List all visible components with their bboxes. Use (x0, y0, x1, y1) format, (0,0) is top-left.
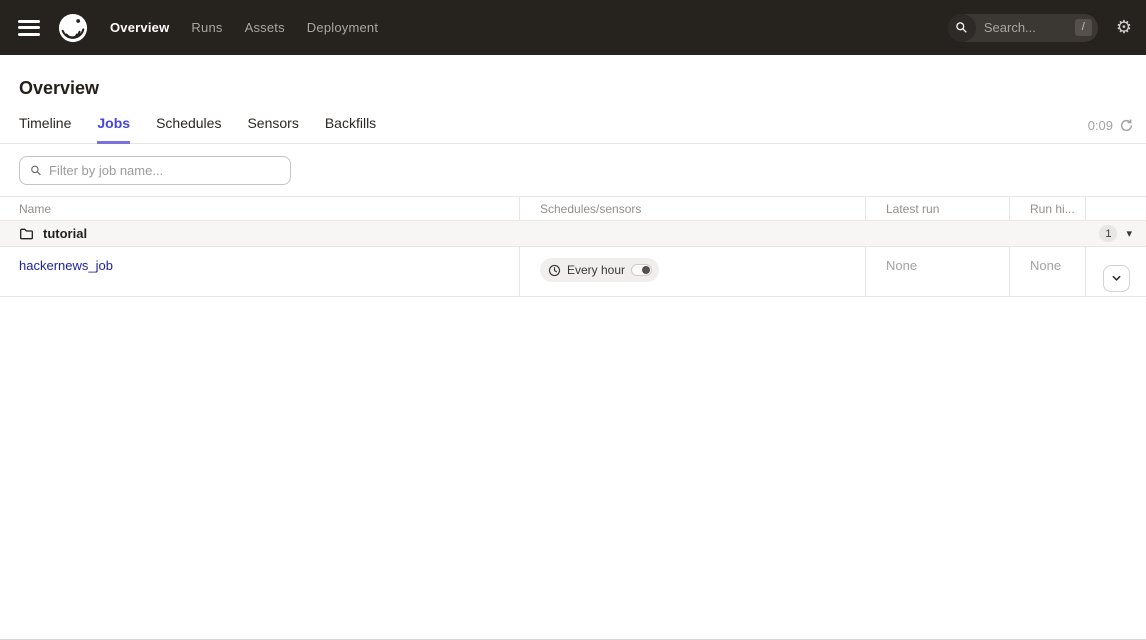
refresh-area: 0:09 (1088, 118, 1134, 143)
topbar-right: / ⚙ (948, 14, 1132, 42)
tab-sensors[interactable]: Sensors (247, 115, 298, 144)
row-actions-cell (1086, 247, 1146, 296)
refresh-countdown: 0:09 (1088, 118, 1113, 133)
page-title: Overview (0, 55, 1146, 99)
job-count-badge: 1 (1099, 225, 1117, 242)
column-header-actions (1086, 197, 1146, 220)
dagster-logo[interactable] (58, 13, 88, 43)
tab-jobs[interactable]: Jobs (97, 115, 130, 144)
global-search[interactable]: / (948, 14, 1098, 42)
run-history-value: None (1030, 258, 1061, 273)
nav-item-assets[interactable]: Assets (245, 20, 285, 35)
schedule-label: Every hour (567, 263, 625, 277)
schedule-toggle[interactable] (631, 264, 652, 276)
table-row: hackernews_job Every hour None None (0, 247, 1146, 297)
overview-tabs: Timeline Jobs Schedules Sensors Backfill… (19, 115, 376, 143)
nav-item-overview[interactable]: Overview (110, 20, 169, 35)
tab-timeline[interactable]: Timeline (19, 115, 71, 144)
collapse-caret-icon[interactable]: ▾ (1126, 228, 1132, 239)
top-nav-links: Overview Runs Assets Deployment (110, 20, 378, 35)
run-history-cell: None (1010, 247, 1086, 296)
overview-page: Overview Timeline Jobs Schedules Sensors… (0, 55, 1146, 297)
filter-search-icon (30, 164, 42, 177)
search-shortcut-badge: / (1075, 19, 1092, 36)
column-header-run-history: Run hi... (1010, 197, 1086, 220)
table-header-row: Name Schedules/sensors Latest run Run hi… (0, 196, 1146, 221)
filter-row (0, 144, 1146, 196)
search-input[interactable] (976, 20, 1056, 35)
repo-group-row-tutorial[interactable]: tutorial 1 ▾ (0, 221, 1146, 247)
nav-item-deployment[interactable]: Deployment (307, 20, 378, 35)
group-name: tutorial (43, 226, 87, 241)
search-icon (948, 14, 976, 42)
group-row-right: 1 ▾ (1099, 225, 1132, 242)
latest-run-value: None (886, 258, 917, 273)
job-name-cell: hackernews_job (0, 247, 520, 296)
tab-backfills[interactable]: Backfills (325, 115, 376, 144)
gear-icon[interactable]: ⚙ (1116, 19, 1132, 37)
job-filter-input[interactable] (49, 163, 280, 178)
top-nav-bar: Overview Runs Assets Deployment / ⚙ (0, 0, 1146, 55)
column-header-name: Name (0, 197, 520, 220)
chevron-down-icon (1111, 273, 1122, 284)
job-filter[interactable] (19, 156, 291, 185)
jobs-table: Name Schedules/sensors Latest run Run hi… (0, 196, 1146, 297)
hamburger-menu-icon[interactable] (18, 18, 44, 38)
row-actions-button[interactable] (1103, 265, 1130, 292)
schedule-chip[interactable]: Every hour (540, 258, 659, 282)
refresh-icon[interactable] (1119, 118, 1134, 133)
column-header-schedules-sensors: Schedules/sensors (520, 197, 866, 220)
folder-icon (19, 226, 34, 241)
job-link-hackernews-job[interactable]: hackernews_job (19, 258, 113, 273)
job-schedules-cell: Every hour (520, 247, 866, 296)
tab-schedules[interactable]: Schedules (156, 115, 221, 144)
tabs-row: Timeline Jobs Schedules Sensors Backfill… (0, 99, 1146, 144)
column-header-latest-run: Latest run (866, 197, 1010, 220)
latest-run-cell: None (866, 247, 1010, 296)
clock-icon (548, 264, 561, 277)
nav-item-runs[interactable]: Runs (191, 20, 222, 35)
